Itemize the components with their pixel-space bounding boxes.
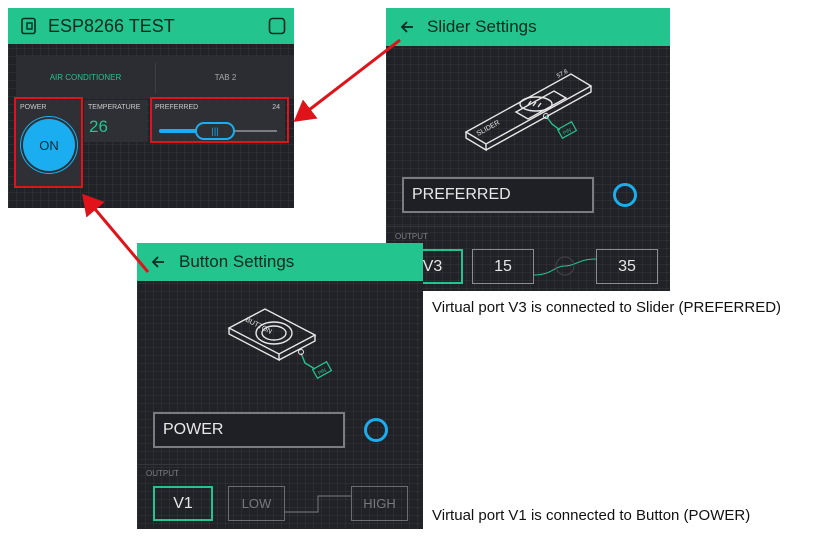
tab-bar: AIR CONDITIONER TAB 2 bbox=[16, 55, 294, 99]
slider-arrow bbox=[293, 38, 401, 122]
device-icon[interactable] bbox=[20, 17, 38, 35]
back-arrow-icon[interactable] bbox=[150, 254, 166, 270]
slider-name-input[interactable]: PREFERRED bbox=[402, 177, 594, 213]
slider-settings-screen: Slider Settings SLIDER 57.6 PIN PREFERRE… bbox=[386, 8, 670, 291]
slider-output-label: OUTPUT bbox=[395, 232, 428, 241]
power-highlight-box bbox=[14, 97, 83, 188]
button-pin-select[interactable]: V1 bbox=[153, 486, 213, 521]
button-settings-screen: Button Settings BUTTON PIN POWER OUTPUT … bbox=[137, 243, 423, 529]
tab-air-conditioner[interactable]: AIR CONDITIONER bbox=[16, 55, 155, 99]
tab-2[interactable]: TAB 2 bbox=[156, 55, 294, 99]
button-caption: Virtual port V1 is connected to Button (… bbox=[432, 507, 751, 524]
slider-min-value: 15 bbox=[494, 257, 512, 275]
slider-illustration-pin: PIN bbox=[562, 127, 573, 136]
widget-color-picker[interactable] bbox=[364, 418, 388, 442]
slider-caption: Virtual port V3 is connected to Slider (… bbox=[432, 299, 782, 316]
button-name-value: POWER bbox=[163, 421, 224, 438]
button-settings-header: Button Settings bbox=[137, 243, 423, 281]
button-high-value: HIGH bbox=[363, 496, 396, 511]
button-high-input[interactable]: HIGH bbox=[351, 486, 408, 521]
slider-name-value: PREFERRED bbox=[412, 186, 511, 203]
range-connector bbox=[534, 256, 596, 276]
edit-mode-icon[interactable] bbox=[268, 17, 286, 35]
app-header: ESP8266 TEST bbox=[8, 8, 294, 44]
slider-settings-title: Slider Settings bbox=[427, 17, 537, 36]
slider-max-input[interactable]: 35 bbox=[596, 249, 658, 284]
button-low-value: LOW bbox=[241, 496, 272, 511]
app-title: ESP8266 TEST bbox=[48, 15, 175, 36]
mode-connector bbox=[285, 495, 351, 513]
button-low-input[interactable]: LOW bbox=[228, 486, 285, 521]
temperature-label: TEMPERATURE bbox=[88, 104, 141, 111]
button-settings-title: Button Settings bbox=[179, 252, 295, 271]
slider-illustration: SLIDER 57.6 PIN bbox=[464, 69, 593, 152]
button-illustration-pin: PIN bbox=[317, 367, 328, 376]
slider-settings-header: Slider Settings bbox=[386, 8, 670, 46]
section-divider bbox=[137, 464, 423, 465]
slider-min-input[interactable]: 15 bbox=[472, 249, 534, 284]
button-name-input[interactable]: POWER bbox=[153, 412, 345, 448]
slider-illustration-label: SLIDER bbox=[476, 119, 502, 137]
button-pin-value: V1 bbox=[173, 494, 193, 512]
button-output-label: OUTPUT bbox=[146, 469, 179, 478]
temperature-value: 26 bbox=[89, 117, 108, 136]
back-arrow-icon[interactable] bbox=[399, 19, 415, 35]
temperature-widget: TEMPERATURE 26 bbox=[84, 100, 148, 142]
preferred-highlight-box bbox=[150, 97, 289, 143]
slider-pin-value: V3 bbox=[422, 257, 443, 275]
section-divider bbox=[386, 226, 670, 227]
widget-color-picker[interactable] bbox=[613, 183, 637, 207]
button-illustration: BUTTON PIN bbox=[227, 308, 333, 380]
slider-max-value: 35 bbox=[618, 257, 636, 275]
